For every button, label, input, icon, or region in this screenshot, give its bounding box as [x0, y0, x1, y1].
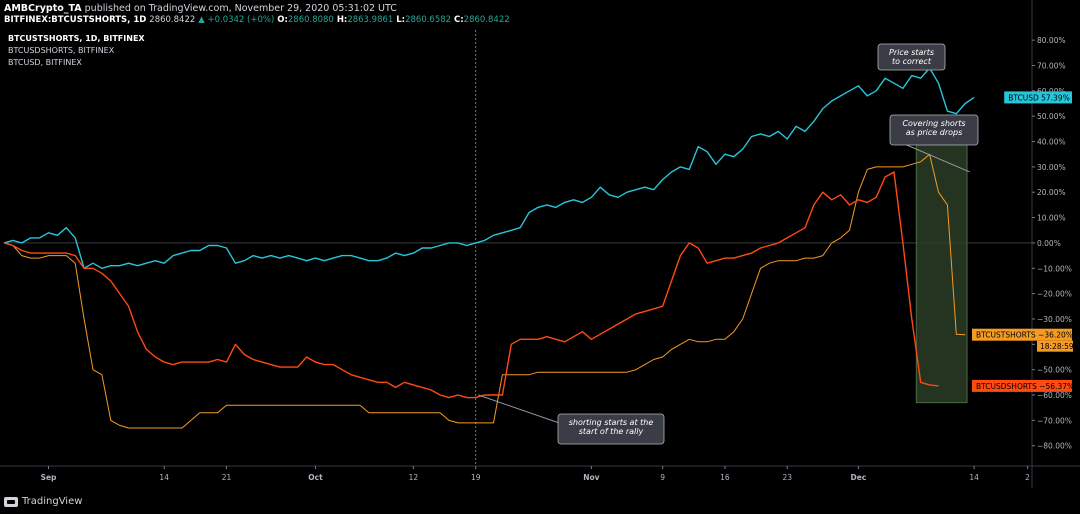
x-tick-label: 16	[720, 473, 730, 482]
x-tick-label: 12	[409, 473, 419, 482]
y-tick-label: 0.00%	[1037, 239, 1061, 248]
y-tick-label: −60.00%	[1037, 391, 1072, 400]
tradingview-logo-icon	[4, 496, 18, 507]
y-tick-label: −70.00%	[1037, 416, 1072, 425]
y-tick-label: −20.00%	[1037, 290, 1072, 299]
y-tick-label: 70.00%	[1037, 61, 1066, 70]
x-tick-label: 2	[1025, 473, 1030, 482]
y-tick-label: 30.00%	[1037, 163, 1066, 172]
callout-text: shorting starts at the	[569, 418, 654, 427]
tradingview-logo[interactable]: TradingView	[4, 496, 82, 507]
series-line-btcusd	[3, 67, 975, 269]
series-line-btcusdshorts	[3, 171, 939, 399]
y-tick-label: 40.00%	[1037, 138, 1066, 147]
y-tick-label: 20.00%	[1037, 188, 1066, 197]
callout-text: as price drops	[906, 128, 963, 137]
x-tick-label: 14	[969, 473, 979, 482]
x-tick-label: Dec	[851, 473, 867, 482]
x-tick-label: 9	[660, 473, 665, 482]
price-tag-label-btcusd: BTCUSD 57.39%	[1008, 93, 1070, 102]
y-tick-label: 80.00%	[1037, 36, 1066, 45]
x-tick-label: 21	[222, 473, 232, 482]
covering-shorts-box	[915, 141, 968, 404]
y-tick-label: −80.00%	[1037, 442, 1072, 451]
callout-pointer	[478, 394, 566, 426]
x-tick-label: Nov	[583, 473, 599, 482]
callout-text: start of the rally	[579, 427, 644, 436]
x-tick-label: 14	[159, 473, 169, 482]
callout-text: Price starts	[889, 48, 934, 57]
tradingview-brand-text: TradingView	[22, 496, 83, 507]
y-tick-label: −30.00%	[1037, 315, 1072, 324]
price-tag-label-btcustshorts: BTCUSTSHORTS −36.20%	[976, 331, 1073, 340]
price-chart[interactable]: 80.00%70.00%60.00%50.00%40.00%30.00%20.0…	[0, 0, 1080, 514]
price-tag-time-label: 18:28:59	[1040, 342, 1074, 351]
y-tick-label: −50.00%	[1037, 366, 1072, 375]
y-tick-label: 10.00%	[1037, 214, 1066, 223]
callout-text: Covering shorts	[902, 119, 965, 128]
y-tick-label: 50.00%	[1037, 112, 1066, 121]
x-tick-label: 23	[782, 473, 792, 482]
x-tick-label: 19	[471, 473, 481, 482]
price-tag-label-btcusdshorts: BTCUSDSHORTS −56.37%	[976, 382, 1074, 391]
x-tick-label: Sep	[41, 473, 57, 482]
x-tick-label: Oct	[308, 473, 323, 482]
y-tick-label: −10.00%	[1037, 264, 1072, 273]
callout-text: to correct	[892, 57, 932, 66]
